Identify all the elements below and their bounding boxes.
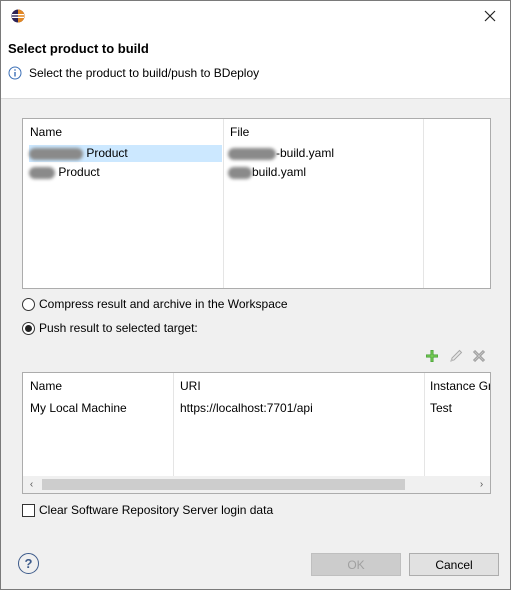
product-name: Product: [58, 165, 100, 179]
push-label: Push result to selected target:: [39, 321, 198, 335]
push-radio[interactable]: [22, 321, 35, 335]
column-divider: [173, 373, 174, 476]
eclipse-icon: [11, 9, 25, 23]
dialog-message: Select the product to build/push to BDep…: [29, 66, 260, 80]
delete-icon[interactable]: [471, 348, 487, 364]
targets-table[interactable]: Name URI Instance Gr My Local Machine ht…: [22, 372, 491, 494]
target-name[interactable]: My Local Machine: [30, 401, 127, 415]
clear-login-option[interactable]: Clear Software Repository Server login d…: [22, 503, 273, 517]
clear-login-checkbox[interactable]: [22, 503, 35, 517]
column-header-file[interactable]: File: [230, 125, 249, 139]
target-instance-group[interactable]: Test: [430, 401, 452, 415]
edit-icon[interactable]: [448, 348, 464, 364]
scroll-thumb[interactable]: [42, 479, 405, 490]
redacted-text: [228, 147, 276, 160]
clear-login-label: Clear Software Repository Server login d…: [39, 503, 274, 517]
product-file: build.yaml: [252, 165, 307, 179]
redacted-text: [29, 166, 55, 179]
product-file: -build.yaml: [276, 146, 335, 160]
column-header-uri[interactable]: URI: [180, 379, 201, 393]
compress-option[interactable]: Compress result and archive in the Works…: [22, 297, 288, 311]
redacted-text: [228, 166, 252, 179]
column-divider: [424, 373, 425, 476]
add-icon[interactable]: [424, 348, 440, 364]
table-cell-file[interactable]: -build.yaml: [228, 146, 334, 160]
compress-radio[interactable]: [22, 297, 35, 311]
column-header-name[interactable]: Name: [30, 125, 62, 139]
column-header-name[interactable]: Name: [30, 379, 62, 393]
dialog-header: Select product to build Select the produ…: [1, 31, 510, 99]
info-icon: [8, 66, 22, 80]
table-row[interactable]: Product: [29, 165, 100, 179]
close-button[interactable]: [470, 1, 510, 31]
horizontal-scrollbar[interactable]: ‹ ›: [23, 476, 490, 493]
close-icon: [484, 10, 496, 22]
dialog-title: Select product to build: [8, 41, 149, 56]
ok-button[interactable]: OK: [311, 553, 401, 576]
push-option[interactable]: Push result to selected target:: [22, 321, 198, 335]
column-header-instance-group[interactable]: Instance Gr: [430, 379, 490, 393]
target-uri[interactable]: https://localhost:7701/api: [180, 401, 313, 415]
scroll-left-icon[interactable]: ‹: [23, 476, 40, 493]
header-separator: [1, 98, 510, 99]
products-table[interactable]: Name File Product -build.yaml Product bu…: [22, 118, 491, 289]
help-button[interactable]: ?: [18, 553, 39, 574]
dialog-window: Select product to build Select the produ…: [0, 0, 511, 590]
table-cell-file[interactable]: build.yaml: [228, 165, 306, 179]
product-name: Product: [86, 146, 128, 160]
scroll-right-icon[interactable]: ›: [473, 476, 490, 493]
compress-label: Compress result and archive in the Works…: [39, 297, 288, 311]
title-bar: [1, 1, 510, 31]
column-divider: [423, 119, 424, 288]
cancel-button[interactable]: Cancel: [409, 553, 499, 576]
redacted-text: [29, 147, 83, 160]
column-divider: [223, 119, 224, 288]
table-row[interactable]: Product: [29, 146, 128, 160]
